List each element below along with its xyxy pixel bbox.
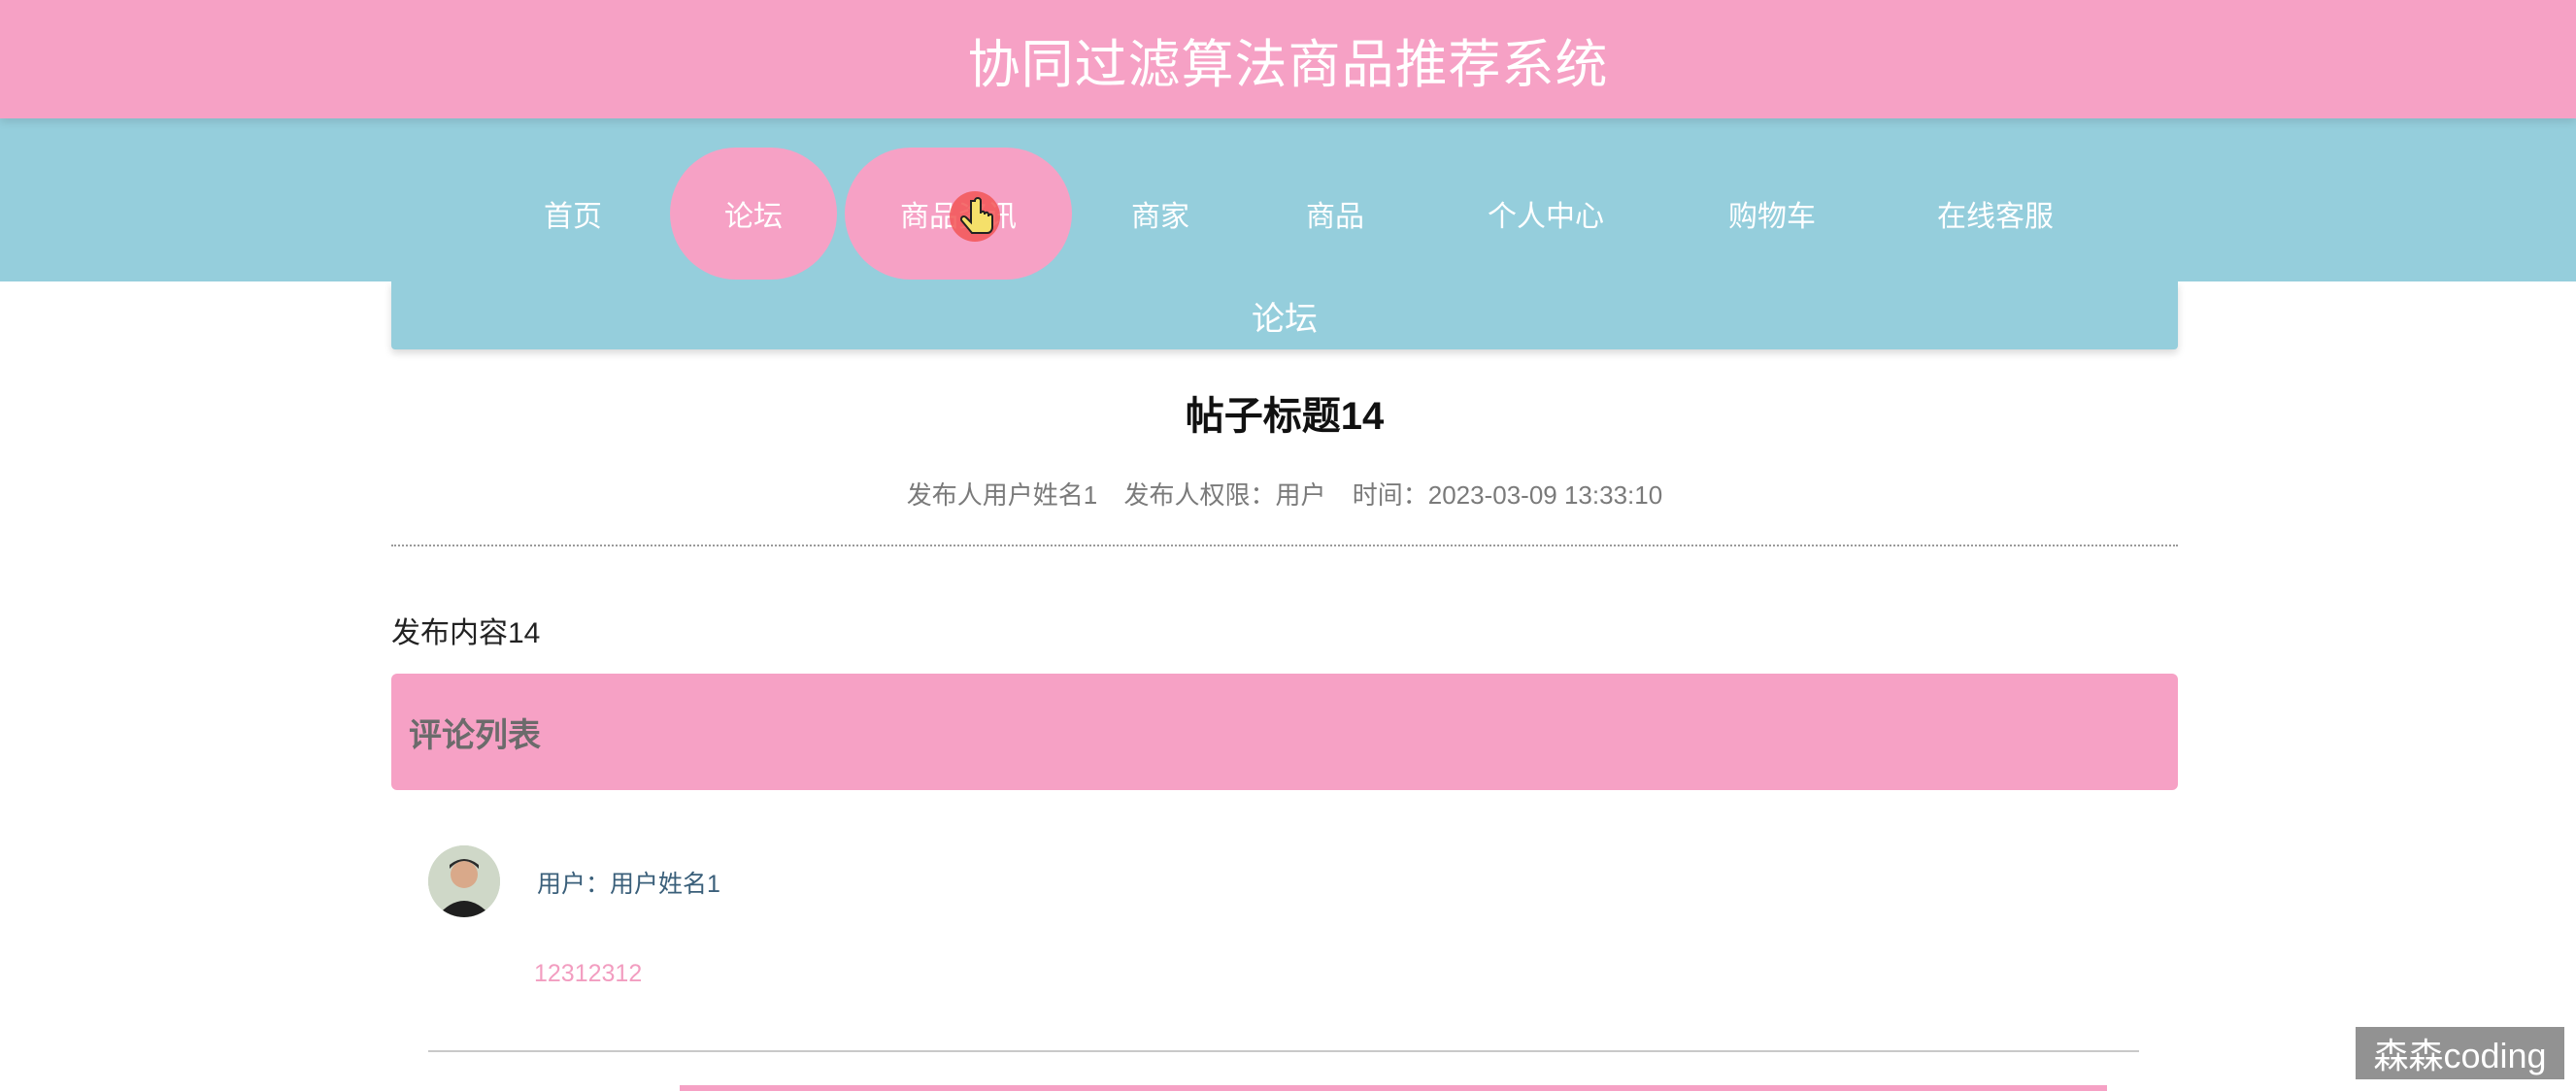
- site-title: 协同过滤算法商品推荐系统: [967, 35, 1609, 94]
- user-avatar-icon: [428, 845, 500, 917]
- post-title: 帖子标题14: [1185, 395, 1385, 438]
- comment-text: 12312312: [534, 960, 643, 987]
- section-title-bar: 论坛: [391, 281, 2178, 349]
- post-author: 发布人用户姓名1: [906, 480, 1098, 510]
- nav-item-customer-service[interactable]: 在线客服: [1923, 148, 2068, 280]
- nav-item-forum[interactable]: 论坛: [670, 148, 837, 280]
- nav-item-personal-center[interactable]: 个人中心: [1466, 148, 1625, 280]
- nav-item-home[interactable]: 首页: [517, 148, 629, 280]
- next-comment-bar: [680, 1085, 2107, 1091]
- post-meta: 发布人用户姓名1 发布人权限：用户 时间：2023-03-09 13:33:10: [391, 476, 2178, 512]
- watermark: 森森coding: [2356, 1027, 2564, 1079]
- main-nav: 首页 论坛 商品资讯 商家 商品 个人中心 购物车 在线客服: [0, 118, 2576, 281]
- divider: [391, 545, 2178, 546]
- comment-divider: [428, 1050, 2139, 1052]
- comment-list-header: 评论列表: [391, 674, 2178, 790]
- site-header: 协同过滤算法商品推荐系统: [0, 0, 2576, 118]
- post-time: 时间：2023-03-09 13:33:10: [1352, 480, 1663, 510]
- comment-user: 用户：用户姓名1: [537, 871, 720, 898]
- nav-item-product-news[interactable]: 商品资讯: [845, 148, 1072, 280]
- nav-item-cart[interactable]: 购物车: [1709, 148, 1835, 280]
- post-role: 发布人权限：用户: [1123, 480, 1326, 510]
- nav-item-merchants[interactable]: 商家: [1107, 148, 1214, 280]
- nav-item-products[interactable]: 商品: [1282, 148, 1388, 280]
- post-content: 发布内容14: [391, 617, 541, 649]
- avatar[interactable]: [428, 845, 500, 917]
